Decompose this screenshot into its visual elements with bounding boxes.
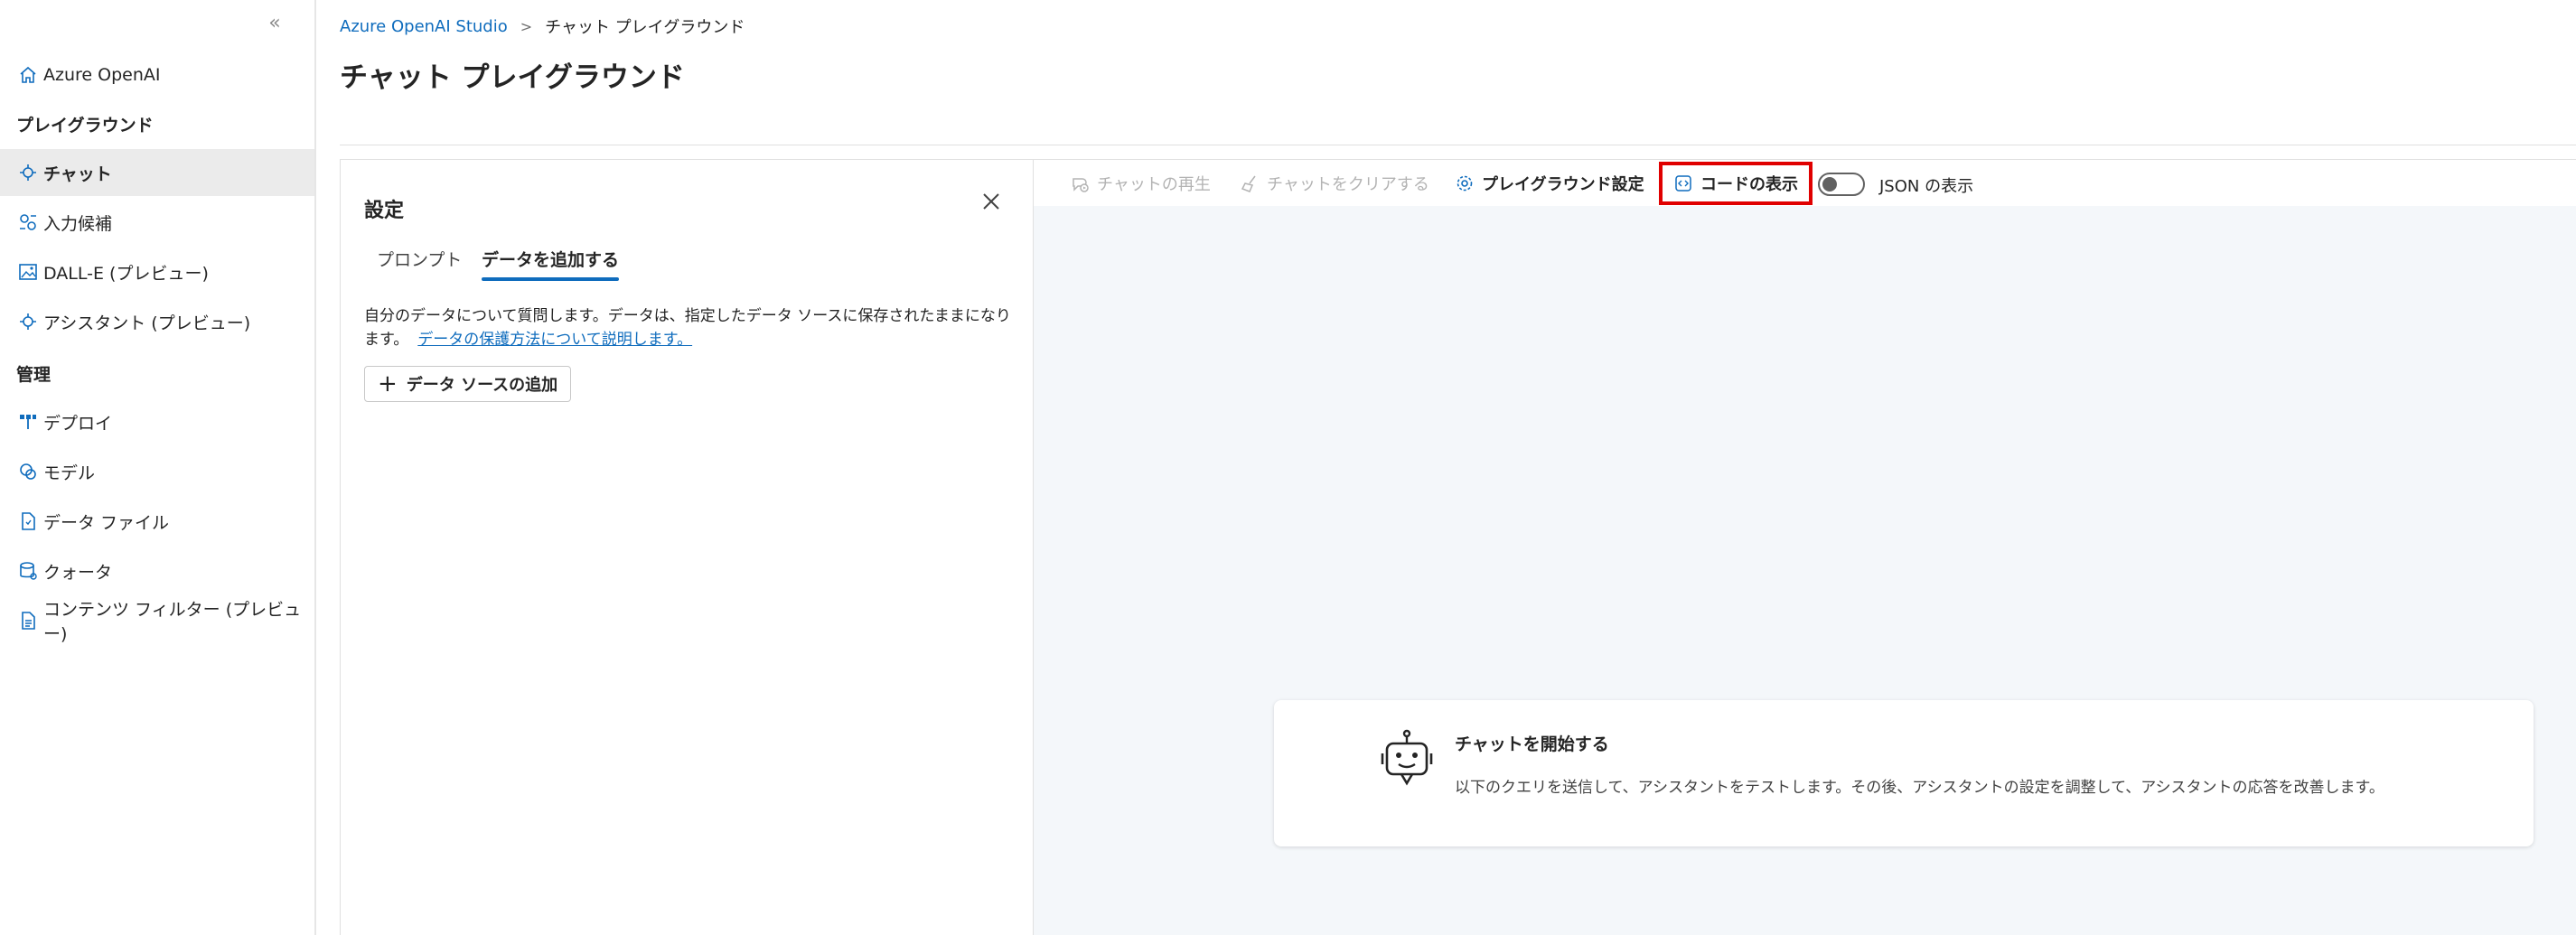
breadcrumb-root-link[interactable]: Azure OpenAI Studio (340, 17, 508, 36)
breadcrumb: Azure OpenAI Studio > チャット プレイグラウンド (340, 14, 745, 38)
add-data-source-button[interactable]: + データ ソースの追加 (364, 366, 572, 402)
sidebar-item-assistant[interactable]: アシスタント (プレビュー) (0, 298, 314, 345)
plus-icon: + (378, 370, 398, 397)
broom-icon (1241, 175, 1256, 192)
view-code-button[interactable]: コードの表示 (1659, 162, 1813, 205)
sidebar-item-label: チャット (43, 164, 112, 184)
data-file-icon (22, 512, 35, 530)
playground-settings-label: プレイグラウンド設定 (1482, 175, 1644, 194)
json-view-toggle[interactable] (1818, 173, 1865, 196)
sidebar-item-data-files[interactable]: データ ファイル (0, 498, 314, 545)
sidebar-item-completions[interactable]: 入力候補 (0, 199, 314, 246)
chat-icon (20, 164, 36, 181)
sidebar-item-chat[interactable]: チャット (0, 149, 314, 196)
breadcrumb-current: チャット プレイグラウンド (545, 18, 745, 37)
chat-area: チャットの再生 チャットをクリアする プレイグラウンド設定 コードの表示 JSO… (1034, 159, 2576, 935)
collapse-sidebar-button[interactable]: « (262, 11, 287, 36)
add-data-description: 自分のデータについて質問します。データは、指定したデータ ソースに保存されたまま… (364, 304, 1015, 351)
sidebar-item-dall-e[interactable]: DALL-E (プレビュー) (0, 248, 314, 295)
quota-icon (20, 562, 37, 580)
sidebar-item-label: DALL-E (プレビュー) (43, 263, 209, 284)
replay-chat-label: チャットの再生 (1097, 175, 1211, 194)
close-settings-button[interactable] (977, 187, 1006, 216)
sidebar: « Azure OpenAI プレイグラウンド チャット 入力候補 DALL-E… (0, 0, 316, 935)
bot-icon (1381, 729, 1433, 786)
code-icon (1675, 175, 1691, 192)
sidebar-item-content-filter[interactable]: コンテンツ フィルター (プレビュー) (0, 597, 314, 644)
chat-toolbar: チャットの再生 チャットをクリアする プレイグラウンド設定 コードの表示 JSO… (1034, 159, 2576, 206)
add-data-source-label: データ ソースの追加 (406, 376, 558, 395)
sidebar-item-label: 入力候補 (43, 213, 113, 234)
home-icon (20, 66, 36, 83)
view-code-label: コードの表示 (1700, 175, 1798, 194)
clear-chat-button[interactable]: チャットをクリアする (1240, 165, 1429, 201)
replay-chat-button[interactable]: チャットの再生 (1070, 165, 1211, 201)
section-management: 管理 (16, 365, 52, 385)
json-view-label: JSON の表示 (1879, 177, 1974, 196)
start-chat-text: 以下のクエリを送信して、アシスタントをテストします。その後、アシスタントの設定を… (1455, 779, 2384, 797)
page-title: チャット プレイグラウンド (340, 61, 685, 94)
settings-title: 設定 (364, 200, 405, 222)
sidebar-item-label: データ ファイル (43, 512, 170, 533)
clear-chat-label: チャットをクリアする (1267, 175, 1429, 194)
sidebar-item-quota[interactable]: クォータ (0, 547, 314, 594)
start-chat-title: チャットを開始する (1455, 734, 1609, 754)
sidebar-item-azure-openai[interactable]: Azure OpenAI (0, 51, 314, 98)
settings-panel: 設定 プロンプト データを追加する 自分のデータについて質問します。データは、指… (340, 159, 1034, 935)
image-icon (19, 264, 37, 280)
learn-data-protection-link[interactable]: データの保護方法について説明します。 (417, 331, 692, 349)
start-chat-card: チャットを開始する 以下のクエリを送信して、アシスタントをテストします。その後、… (1274, 700, 2534, 846)
completions-icon (20, 214, 36, 230)
sidebar-item-deploy[interactable]: デプロイ (0, 398, 314, 445)
gear-icon (1457, 175, 1473, 192)
playground-settings-button[interactable]: プレイグラウンド設定 (1455, 165, 1644, 201)
deploy-icon (20, 415, 36, 429)
section-playground: プレイグラウンド (16, 116, 154, 136)
chevron-right-icon: > (520, 17, 533, 35)
sidebar-item-label: コンテンツ フィルター (プレビュー) (43, 600, 302, 644)
sidebar-item-label: Azure OpenAI (43, 65, 161, 85)
tab-prompt[interactable]: プロンプト (377, 247, 462, 281)
sidebar-item-model[interactable]: モデル (0, 448, 314, 495)
sidebar-item-label: モデル (43, 463, 96, 483)
replay-icon (1073, 178, 1089, 192)
sidebar-item-label: アシスタント (プレビュー) (43, 313, 251, 333)
toggle-knob (1822, 177, 1837, 192)
model-icon (20, 463, 36, 480)
assistant-icon (20, 313, 36, 330)
content-filter-icon (22, 612, 35, 630)
tab-add-data[interactable]: データを追加する (482, 247, 620, 281)
sidebar-item-label: クォータ (43, 562, 113, 583)
sidebar-item-label: デプロイ (43, 413, 113, 434)
close-icon (983, 193, 999, 210)
